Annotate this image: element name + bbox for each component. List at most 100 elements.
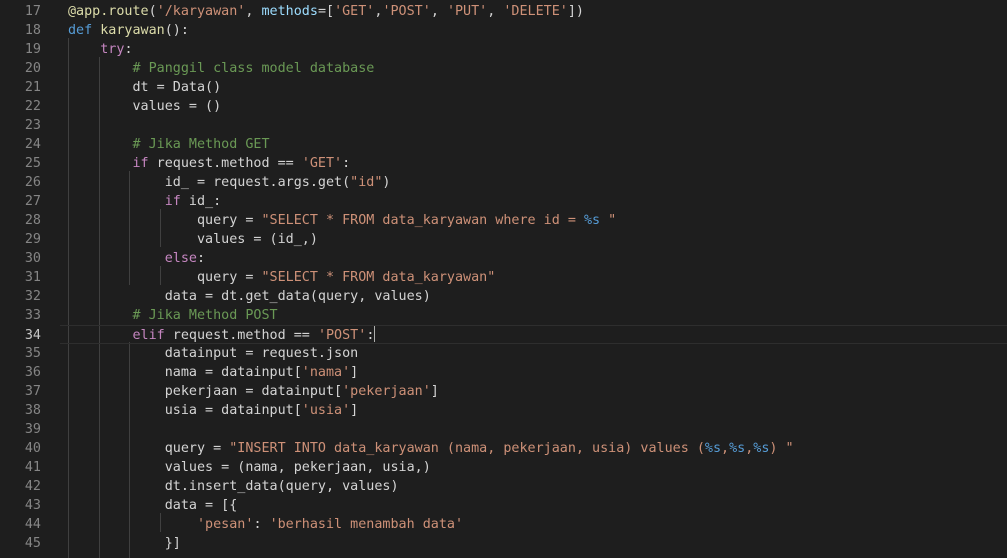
code-token: 'nama' [301,365,351,380]
code-token: dt.insert_data(query, values) [68,479,399,494]
line-number: 41 [24,460,41,475]
code-text[interactable]: }] [68,534,181,553]
code-text[interactable]: elif request.method == 'POST': [68,326,376,345]
code-text[interactable]: 'pesan': 'berhasil menambah data' [68,515,463,534]
code-token: ( [148,4,157,19]
code-token: # Panggil class model database [132,61,375,76]
code-text[interactable]: else: [68,249,205,268]
code-text[interactable]: nama = datainput['nama'] [68,363,359,382]
code-line[interactable]: 19 try: [0,40,1007,59]
code-token: usia = datainput[ [68,403,302,418]
code-token: request.method == [164,328,318,343]
code-line[interactable]: 18 def karyawan(): [0,21,1007,40]
code-token: methods [261,4,318,19]
code-token: 'POST' [382,4,431,19]
code-line[interactable]: 37 pekerjaan = datainput['pekerjaan'] [0,382,1007,401]
code-text[interactable]: values = (id_,) [68,230,318,249]
code-text[interactable]: usia = datainput['usia'] [68,401,359,420]
code-text[interactable]: try: [68,40,132,59]
code-token: 'GET' [301,156,343,171]
code-token: 'POST' [317,328,367,343]
code-text[interactable]: # Panggil class model database [68,59,375,78]
code-text[interactable]: if id_: [68,192,221,211]
code-text[interactable]: @app.route('/karyawan', methods=['GET','… [68,2,584,21]
code-text[interactable]: query = "SELECT * FROM data_karyawan" [68,268,495,287]
line-number: 22 [24,99,41,114]
line-number: 36 [24,365,41,380]
code-line[interactable]: 31 query = "SELECT * FROM data_karyawan" [0,268,1007,287]
code-line[interactable]: 41 values = (nama, pekerjaan, usia,) [0,458,1007,477]
code-line[interactable]: 29 values = (id_,) [0,230,1007,249]
code-line[interactable]: 38 usia = datainput['usia'] [0,401,1007,420]
code-line[interactable]: 43 data = [{ [0,496,1007,515]
code-line[interactable]: 27 if id_: [0,192,1007,211]
code-line[interactable]: 42 dt.insert_data(query, values) [0,477,1007,496]
code-line[interactable]: 39 [0,420,1007,439]
code-text[interactable]: # Jika Method POST [68,306,278,325]
line-number: 24 [24,137,41,152]
code-token: # Jika Method GET [132,137,270,152]
code-text[interactable]: id_ = request.args.get("id") [68,173,391,192]
code-token: values = (id_,) [68,232,318,247]
code-token: ] [350,365,359,380]
code-line[interactable]: 22 values = () [0,97,1007,116]
code-token: 'DELETE' [503,4,568,19]
code-token: data = dt.get_data(query, values) [68,289,431,304]
line-number: 17 [24,4,41,19]
line-number: 20 [24,61,41,76]
line-number: 23 [24,118,41,133]
code-token: : [197,251,206,266]
code-token: values = () [68,99,222,114]
code-token: ]) [567,4,584,19]
code-line[interactable]: 34 elif request.method == 'POST': [25,325,1007,345]
code-token: (): [164,23,189,38]
code-text[interactable]: values = (nama, pekerjaan, usia,) [68,458,431,477]
code-line[interactable]: 33 # Jika Method POST [0,306,1007,325]
code-line[interactable]: 24 # Jika Method GET [0,135,1007,154]
code-line[interactable]: 26 id_ = request.args.get("id") [0,173,1007,192]
code-token: @app.route [68,4,149,19]
code-token: ) " [769,441,794,456]
code-text[interactable]: if request.method == 'GET': [68,154,351,173]
code-text[interactable]: # Jika Method GET [68,135,270,154]
code-line[interactable]: 36 nama = datainput['nama'] [0,363,1007,382]
code-line[interactable]: 23 [0,116,1007,135]
line-number: 37 [24,384,41,399]
code-token: %s [729,441,746,456]
code-text[interactable]: query = "INSERT INTO data_karyawan (nama… [68,439,794,458]
code-line[interactable]: 44 'pesan': 'berhasil menambah data' [0,515,1007,534]
code-line[interactable]: 30 else: [0,249,1007,268]
code-text[interactable]: data = [{ [68,496,238,515]
code-text[interactable]: query = "SELECT * FROM data_karyawan whe… [68,211,616,230]
line-number: 33 [24,308,41,323]
code-line[interactable]: 40 query = "INSERT INTO data_karyawan (n… [0,439,1007,458]
code-token: values = (nama, pekerjaan, usia,) [68,460,431,475]
line-number: 43 [24,498,41,513]
code-token: : [342,156,351,171]
code-text[interactable]: datainput = request.json [68,344,359,363]
code-line[interactable]: 20 # Panggil class model database [0,59,1007,78]
code-line[interactable]: 35 datainput = request.json [0,344,1007,363]
code-line[interactable]: 21 dt = Data() [0,78,1007,97]
code-text[interactable]: data = dt.get_data(query, values) [68,287,431,306]
code-text[interactable]: pekerjaan = datainput['pekerjaan'] [68,382,439,401]
code-line[interactable]: 25 if request.method == 'GET': [0,154,1007,173]
code-token: pekerjaan = datainput[ [68,384,343,399]
code-token: request.method == [148,156,302,171]
code-token: , [487,4,504,19]
code-text[interactable]: def karyawan(): [68,21,189,40]
code-token: # Jika Method POST [132,308,278,323]
code-text[interactable]: values = () [68,97,221,116]
code-line[interactable]: 45 }] [0,534,1007,553]
code-token: ] [350,403,359,418]
code-token: else [164,251,197,266]
code-editor[interactable]: 17 @app.route('/karyawan', methods=['GET'… [0,0,1007,558]
code-text[interactable]: dt.insert_data(query, values) [68,477,399,496]
code-line[interactable]: 32 data = dt.get_data(query, values) [0,287,1007,306]
code-token: id_: [180,194,222,209]
code-line[interactable]: 17 @app.route('/karyawan', methods=['GET'… [0,2,1007,21]
code-line[interactable]: 28 query = "SELECT * FROM data_karyawan … [0,211,1007,230]
code-text[interactable]: dt = Data() [68,78,221,97]
